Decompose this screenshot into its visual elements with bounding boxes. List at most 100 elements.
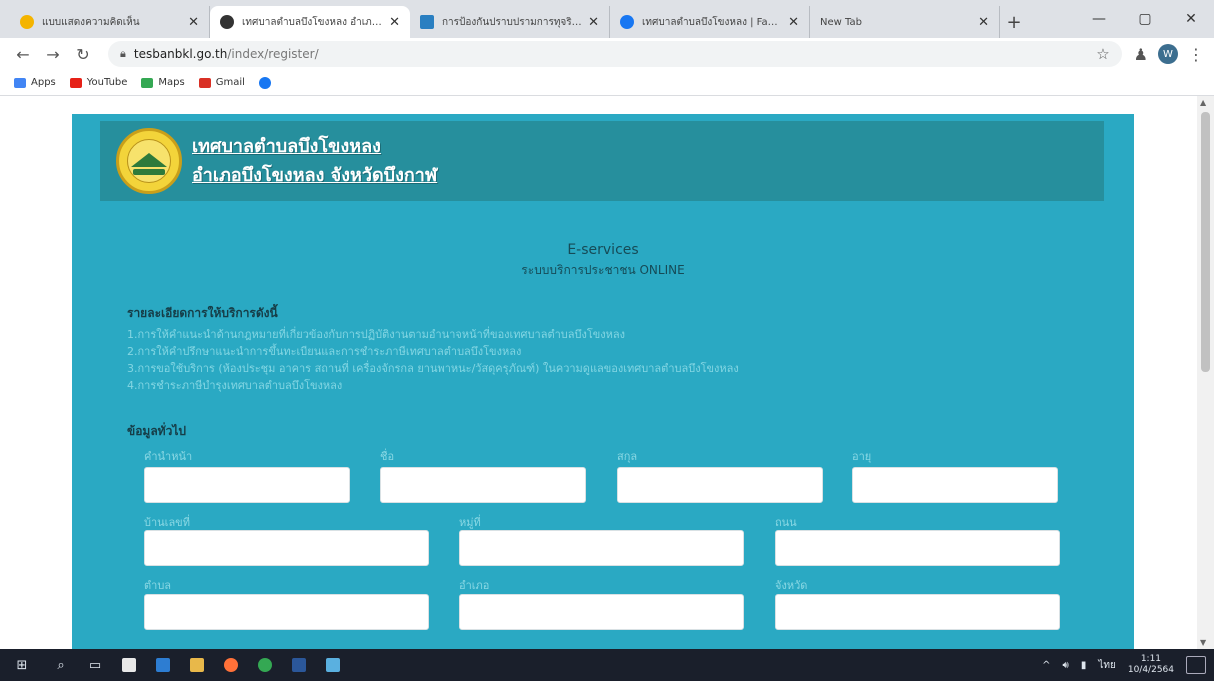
title-prefix-input[interactable]	[144, 467, 350, 503]
gmail-icon	[198, 77, 211, 88]
page-viewport: เทศบาลตำบลบึงโขงหลง อำเภอบึงโขงหลง จังหว…	[0, 96, 1214, 649]
tab-favicon-icon	[220, 15, 234, 29]
lang-indicator[interactable]: ไทย	[1098, 658, 1115, 673]
browser-tab[interactable]: เทศบาลตำบลบึงโขงหลง | Faceboo ✕	[610, 6, 810, 38]
title-prefix-label: คำนำหน้า	[144, 450, 193, 463]
apps-grid-icon	[14, 77, 26, 88]
last-name-input[interactable]	[617, 467, 823, 503]
subdistrict-input[interactable]	[144, 594, 429, 630]
url-host: tesbanbkl.go.th	[133, 47, 228, 61]
scroll-up-icon[interactable]: ▲	[1200, 98, 1206, 107]
system-tray: ^ 🔊︎ ▮ ไทย 1:11 10/4/2564	[1042, 654, 1214, 676]
bookmark-facebook[interactable]	[258, 76, 271, 89]
windows-start-icon[interactable]: ⊞	[0, 649, 44, 681]
maps-icon	[141, 77, 154, 88]
district-input[interactable]	[459, 594, 744, 630]
tab-title: การป้องกันปราบปรามการทุจริต/ฯ	[442, 16, 583, 28]
word-icon[interactable]	[282, 649, 316, 681]
network-icon[interactable]: ▮	[1081, 660, 1087, 671]
bookmark-youtube[interactable]: YouTube	[69, 77, 127, 88]
browser-toolbar: ← → ↻ 🔒︎ tesbanbkl.go.th/index/register/…	[0, 38, 1214, 70]
municipality-seal-icon	[116, 128, 182, 194]
house-number-input[interactable]	[144, 530, 429, 566]
close-tab-icon[interactable]: ✕	[389, 15, 400, 30]
facebook-favicon-icon	[620, 15, 634, 29]
reload-icon[interactable]: ↻	[70, 41, 96, 67]
org-location[interactable]: อำเภอบึงโขงหลง จังหวัดบึงกาฬ	[192, 161, 437, 190]
tab-title: เทศบาลตำบลบึงโขงหลง | Faceboo	[642, 16, 782, 28]
eservices-heading: E-services ระบบบริการประชาชน ONLINE	[72, 242, 1134, 280]
eservices-title: E-services	[567, 242, 639, 258]
profile-avatar[interactable]: W	[1158, 44, 1178, 64]
extension-icon[interactable]: ♟	[1134, 45, 1148, 64]
scrollbar-thumb[interactable]	[1201, 112, 1210, 372]
header-banner: เทศบาลตำบลบึงโขงหลง อำเภอบึงโขงหลง จังหว…	[100, 121, 1104, 201]
village-number-label: หมู่ที่	[459, 516, 481, 529]
clock[interactable]: 1:11 10/4/2564	[1128, 654, 1174, 676]
page-scrollbar[interactable]: ▲ ▼	[1197, 96, 1214, 649]
service-item: 4.การชำระภาษีบำรุงเทศบาลตำบลบึงโขงหลง	[127, 379, 343, 392]
new-tab-button[interactable]: +	[1000, 6, 1028, 38]
back-icon[interactable]: ←	[10, 41, 36, 67]
service-item: 3.การขอใช้บริการ (ห้องประชุม อาคาร สถานท…	[127, 362, 739, 375]
road-label: ถนน	[775, 516, 797, 529]
notification-icon[interactable]	[1186, 656, 1206, 674]
chrome-icon[interactable]	[248, 649, 282, 681]
browser-tab[interactable]: แบบแสดงความคิดเห็น ✕	[10, 6, 210, 38]
minimize-icon[interactable]: —	[1076, 0, 1122, 38]
province-label: จังหวัด	[775, 579, 808, 592]
windows-taskbar: ⊞ ⌕ ▭ ^ 🔊︎ ▮ ไทย 1:11 10/4/2564	[0, 649, 1214, 681]
address-bar[interactable]: 🔒︎ tesbanbkl.go.th/index/register/ ☆	[108, 41, 1122, 67]
tab-title: เทศบาลตำบลบึงโขงหลง อำเภอบึงโขงหลง	[242, 16, 383, 28]
district-label: อำเภอ	[459, 579, 490, 592]
browser-tab[interactable]: การป้องกันปราบปรามการทุจริต/ฯ ✕	[410, 6, 610, 38]
window-controls: — ▢ ✕	[1076, 0, 1214, 38]
house-number-label: บ้านเลขที่	[144, 516, 190, 529]
tab-favicon-icon	[420, 15, 434, 29]
org-title-block: เทศบาลตำบลบึงโขงหลง อำเภอบึงโขงหลง จังหว…	[192, 132, 437, 190]
browser-tab[interactable]: New Tab ✕	[810, 6, 1000, 38]
close-tab-icon[interactable]: ✕	[978, 15, 989, 30]
edge-icon[interactable]	[146, 649, 180, 681]
org-name[interactable]: เทศบาลตำบลบึงโขงหลง	[192, 132, 437, 161]
eservices-subtitle: ระบบบริการประชาชน ONLINE	[521, 263, 685, 277]
general-info-heading: ข้อมูลทั่วไป	[127, 424, 186, 438]
menu-kebab-icon[interactable]: ⋮	[1188, 45, 1204, 64]
search-icon[interactable]: ⌕	[44, 649, 78, 681]
service-item: 1.การให้คำแนะนำด้านกฎหมายที่เกี่ยวข้องกั…	[127, 328, 626, 341]
scroll-down-icon[interactable]: ▼	[1200, 638, 1206, 647]
close-window-icon[interactable]: ✕	[1168, 0, 1214, 38]
volume-icon[interactable]: 🔊︎	[1063, 660, 1069, 671]
lock-icon: 🔒︎	[120, 47, 126, 60]
bookmark-apps[interactable]: Apps	[14, 77, 56, 88]
road-input[interactable]	[775, 530, 1060, 566]
store-icon[interactable]	[112, 649, 146, 681]
forward-icon[interactable]: →	[40, 41, 66, 67]
file-explorer-icon[interactable]	[180, 649, 214, 681]
browser-tab-active[interactable]: เทศบาลตำบลบึงโขงหลง อำเภอบึงโขงหลง ✕	[210, 6, 410, 38]
app-icon[interactable]	[316, 649, 350, 681]
facebook-icon	[258, 76, 271, 89]
tab-title: แบบแสดงความคิดเห็น	[42, 16, 140, 28]
service-item: 2.การให้คำปรึกษาแนะนำการขึ้นทะเบียนและกา…	[127, 345, 522, 358]
tab-title: New Tab	[820, 16, 862, 28]
province-input[interactable]	[775, 594, 1060, 630]
maximize-icon[interactable]: ▢	[1122, 0, 1168, 38]
register-panel: เทศบาลตำบลบึงโขงหลง อำเภอบึงโขงหลง จังหว…	[72, 114, 1134, 649]
bookmark-star-icon[interactable]: ☆	[1096, 45, 1109, 63]
close-tab-icon[interactable]: ✕	[788, 15, 799, 30]
age-input[interactable]	[852, 467, 1058, 503]
bookmark-maps[interactable]: Maps	[141, 77, 185, 88]
firefox-icon[interactable]	[214, 649, 248, 681]
first-name-input[interactable]	[380, 467, 586, 503]
bookmark-gmail[interactable]: Gmail	[198, 77, 245, 88]
village-number-input[interactable]	[459, 530, 744, 566]
close-tab-icon[interactable]: ✕	[188, 15, 199, 30]
age-label: อายุ	[852, 450, 872, 463]
browser-tab-strip: แบบแสดงความคิดเห็น ✕ เทศบาลตำบลบึงโขงหลง…	[0, 0, 1214, 38]
chevron-up-icon[interactable]: ^	[1042, 660, 1050, 671]
task-view-icon[interactable]: ▭	[78, 649, 112, 681]
close-tab-icon[interactable]: ✕	[588, 15, 599, 30]
services-list: รายละเอียดการให้บริการดังนี้ 1.การให้คำแ…	[127, 304, 1047, 394]
url-path: /index/register/	[227, 47, 319, 61]
